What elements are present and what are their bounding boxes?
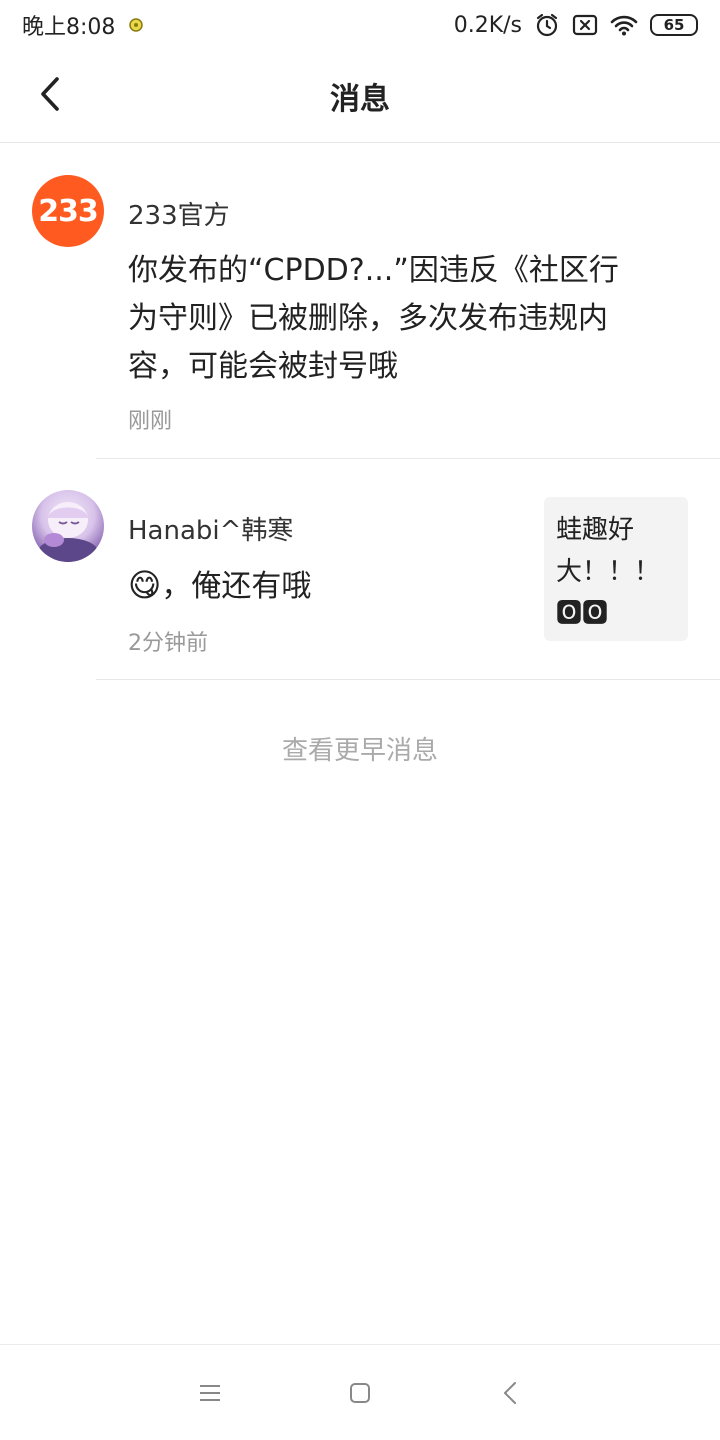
avatar-logo-text: 233	[38, 193, 99, 229]
o-button-emoji-icon: 🅾🅾	[556, 599, 609, 629]
view-earlier-messages-link[interactable]: 查看更早消息	[0, 730, 720, 767]
header: 消息	[0, 50, 720, 143]
status-left: 晚上8:08	[22, 9, 145, 41]
message-content: 你发布的“CPDD?...”因违反《社区行为守则》已被删除，多次发布违规内容，可…	[128, 253, 619, 384]
system-nav-bar	[0, 1344, 720, 1440]
home-button[interactable]	[340, 1373, 380, 1413]
yum-emoji-icon: 😋	[128, 566, 162, 604]
battery-icon: 65	[650, 14, 698, 36]
status-bar: 晚上8:08 0.2K/s 65	[0, 0, 720, 50]
quoted-text-line: 大！！！	[556, 557, 661, 587]
status-right: 0.2K/s 65	[454, 12, 698, 38]
avatar[interactable]: 233	[32, 175, 104, 247]
message-content: 😋，俺还有哦	[128, 561, 518, 611]
message-time: 刚刚	[128, 409, 173, 434]
sender-name: Hanabi^韩寒	[128, 516, 294, 546]
sim-x-icon	[572, 14, 598, 36]
sender-name: 233官方	[128, 201, 230, 231]
message-item[interactable]: Hanabi^韩寒 😋，俺还有哦 2分钟前 蛙趣好 大！！！ 🅾🅾	[0, 459, 720, 680]
message-item[interactable]: 233 233官方 你发布的“CPDD?...”因违反《社区行为守则》已被删除，…	[0, 143, 720, 459]
message-text: ，俺还有哦	[161, 569, 312, 604]
menu-button[interactable]	[190, 1373, 230, 1413]
message-time: 2分钟前	[128, 631, 208, 656]
status-time: 晚上8:08	[22, 15, 116, 40]
page-title: 消息	[330, 82, 390, 117]
home-square-icon	[350, 1382, 370, 1403]
quoted-text-line: 蛙趣好	[556, 515, 635, 545]
alarm-icon	[534, 12, 560, 38]
nav-back-button[interactable]	[490, 1373, 530, 1413]
menu-icon	[200, 1384, 220, 1401]
back-triangle-icon	[504, 1381, 516, 1404]
quoted-post-card[interactable]: 蛙趣好 大！！！ 🅾🅾	[544, 497, 688, 641]
notification-dot-icon	[127, 16, 145, 34]
network-speed: 0.2K/s	[453, 12, 522, 38]
avatar-illustration-icon	[38, 502, 98, 562]
avatar[interactable]	[32, 490, 104, 562]
divider	[96, 679, 720, 680]
wifi-icon	[610, 14, 638, 36]
